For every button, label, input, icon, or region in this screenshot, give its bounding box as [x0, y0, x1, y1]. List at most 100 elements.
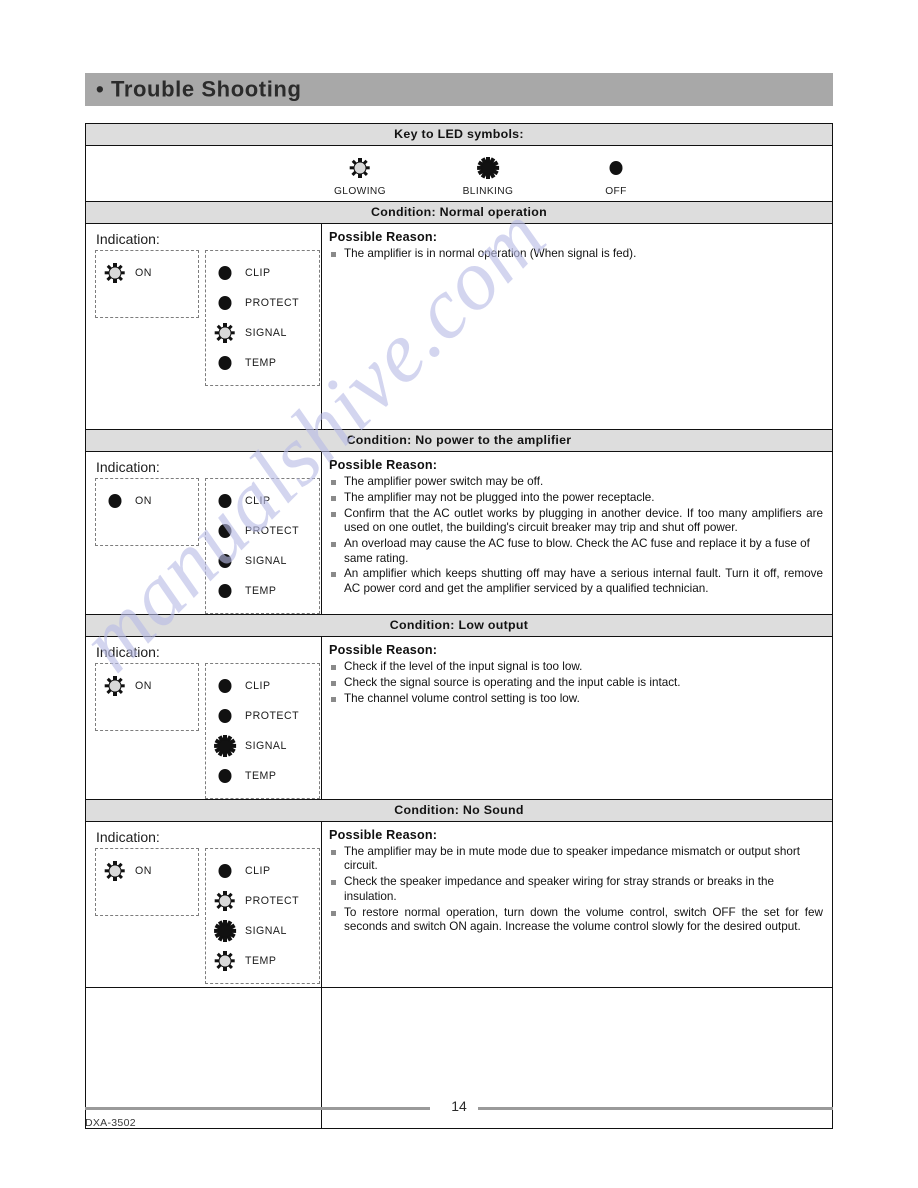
- reason-cell-1: Possible Reason: The amplifier power swit…: [322, 452, 833, 615]
- led-off-icon: [214, 352, 236, 374]
- led-row-protect: PROTECT: [214, 288, 313, 318]
- led-off-icon: [214, 580, 236, 602]
- reason-cell-3: Possible Reason: The amplifier may be in …: [322, 822, 833, 988]
- page-footer: 14 DXA-3502: [85, 1098, 833, 1138]
- title-bullet-icon: •: [96, 75, 105, 101]
- key-symbols-cell: GLOWING BLINKING OFF: [85, 145, 833, 202]
- model-code: DXA-3502: [85, 1117, 136, 1129]
- led-row-clip: CLIP: [214, 258, 313, 288]
- reason-cell-2: Possible Reason: Check if the level of th…: [322, 637, 833, 800]
- key-item-off: OFF: [552, 157, 680, 197]
- led-row-protect: PROTECT: [214, 886, 313, 916]
- led-glowing-icon: [104, 675, 126, 697]
- led-groups: ON CLIP PROTECT SIGNAL TEMP: [86, 478, 321, 614]
- indication-label: Indication:: [96, 231, 160, 247]
- led-off-icon: [104, 490, 126, 512]
- power-led-box: ON: [95, 848, 199, 916]
- condition-content-row: Indication: ON CLIP PROTECT SIGNAL TEMP Possib…: [85, 636, 833, 800]
- indication-label: Indication:: [96, 829, 160, 845]
- key-item-blinking: BLINKING: [424, 157, 552, 197]
- led-blinking-icon: [214, 920, 236, 942]
- possible-reason-label: Possible Reason:: [329, 230, 438, 244]
- indication-label: Indication:: [96, 644, 160, 660]
- led-row-temp: TEMP: [214, 946, 313, 976]
- led-glowing-icon: [214, 890, 236, 912]
- key-heading-row: Key to LED symbols:: [85, 123, 833, 146]
- led-off-icon: [214, 550, 236, 572]
- led-label-protect: PROTECT: [245, 297, 300, 309]
- led-label-protect: PROTECT: [245, 710, 300, 722]
- power-led-box: ON: [95, 250, 199, 318]
- indication-cell-1: Indication: ON CLIP PROTECT SIGNAL TEMP: [85, 451, 322, 615]
- possible-reason-label: Possible Reason:: [329, 458, 438, 472]
- reason-list: The amplifier is in normal operation (Wh…: [329, 247, 823, 261]
- led-row-signal: SIGNAL: [214, 318, 313, 348]
- led-groups: ON CLIP PROTECT SIGNAL TEMP: [86, 250, 321, 386]
- led-row-signal: SIGNAL: [214, 916, 313, 946]
- led-row-temp: TEMP: [214, 576, 313, 606]
- indication-cell-2: Indication: ON CLIP PROTECT SIGNAL TEMP: [85, 636, 322, 800]
- indication-cell-0: Indication: ON CLIP PROTECT SIGNAL TEMP: [85, 223, 322, 430]
- condition-band-3: Condition: No Sound: [85, 799, 833, 822]
- led-groups: ON CLIP PROTECT SIGNAL TEMP: [86, 663, 321, 799]
- led-row-on: ON: [104, 671, 152, 701]
- led-row-on: ON: [104, 258, 152, 288]
- condition-band-row: Condition: No power to the amplifier: [85, 429, 833, 452]
- reason-list: Check if the level of the input signal i…: [329, 660, 823, 706]
- condition-band-1: Condition: No power to the amplifier: [85, 429, 833, 452]
- reason-item: The amplifier may not be plugged into th…: [329, 491, 823, 505]
- led-label-protect: PROTECT: [245, 525, 300, 537]
- led-row-temp: TEMP: [214, 761, 313, 791]
- led-label-on: ON: [135, 680, 152, 692]
- led-label-temp: TEMP: [245, 955, 277, 967]
- status-led-box: CLIP PROTECT SIGNAL TEMP: [205, 848, 320, 984]
- led-off-icon: [605, 157, 627, 179]
- condition-content-row: Indication: ON CLIP PROTECT SIGNAL TEMP Possib…: [85, 451, 833, 615]
- key-label-glowing: GLOWING: [333, 186, 387, 197]
- page-title-bar: • Trouble Shooting: [85, 73, 833, 106]
- reason-item: The amplifier may be in mute mode due to…: [329, 845, 823, 874]
- reason-item: To restore normal operation, turn down t…: [329, 906, 823, 935]
- led-row-protect: PROTECT: [214, 516, 313, 546]
- reason-item: The amplifier is in normal operation (Wh…: [329, 247, 823, 261]
- led-label-signal: SIGNAL: [245, 740, 287, 752]
- led-row-temp: TEMP: [214, 348, 313, 378]
- led-off-icon: [214, 520, 236, 542]
- reason-item: An overload may cause the AC fuse to blo…: [329, 537, 823, 566]
- page-title-label: Trouble Shooting: [111, 75, 302, 101]
- reason-item: Check the speaker impedance and speaker …: [329, 875, 823, 904]
- led-blinking-icon: [477, 157, 499, 179]
- led-off-icon: [214, 490, 236, 512]
- condition-band-0: Condition: Normal operation: [85, 201, 833, 224]
- reason-item: Check the signal source is operating and…: [329, 676, 823, 690]
- page-number: 14: [451, 1098, 467, 1114]
- condition-band-row: Condition: No Sound: [85, 799, 833, 822]
- condition-band-row: Condition: Low output: [85, 614, 833, 637]
- reason-item: An amplifier which keeps shutting off ma…: [329, 567, 823, 596]
- status-led-box: CLIP PROTECT SIGNAL TEMP: [205, 250, 320, 386]
- reason-cell-0: Possible Reason: The amplifier is in norm…: [322, 224, 833, 430]
- led-row-on: ON: [104, 486, 152, 516]
- page-title: • Trouble Shooting: [96, 76, 302, 102]
- led-glowing-icon: [104, 262, 126, 284]
- led-glowing-icon: [104, 860, 126, 882]
- status-led-box: CLIP PROTECT SIGNAL TEMP: [205, 663, 320, 799]
- power-led-box: ON: [95, 478, 199, 546]
- key-label-blinking: BLINKING: [462, 186, 514, 197]
- led-label-clip: CLIP: [245, 495, 271, 507]
- led-label-signal: SIGNAL: [245, 925, 287, 937]
- led-row-signal: SIGNAL: [214, 731, 313, 761]
- led-off-icon: [214, 705, 236, 727]
- led-label-signal: SIGNAL: [245, 327, 287, 339]
- condition-content-row: Indication: ON CLIP PROTECT SIGNAL TEMP Possib…: [85, 821, 833, 988]
- led-label-on: ON: [135, 865, 152, 877]
- led-label-temp: TEMP: [245, 357, 277, 369]
- possible-reason-label: Possible Reason:: [329, 643, 438, 657]
- key-symbol-list: GLOWING BLINKING OFF: [86, 150, 832, 197]
- reason-list: The amplifier may be in mute mode due to…: [329, 845, 823, 934]
- led-glowing-icon: [349, 157, 371, 179]
- reason-item: The amplifier power switch may be off.: [329, 475, 823, 489]
- led-glowing-icon: [214, 322, 236, 344]
- led-blinking-icon: [214, 735, 236, 757]
- led-off-icon: [214, 860, 236, 882]
